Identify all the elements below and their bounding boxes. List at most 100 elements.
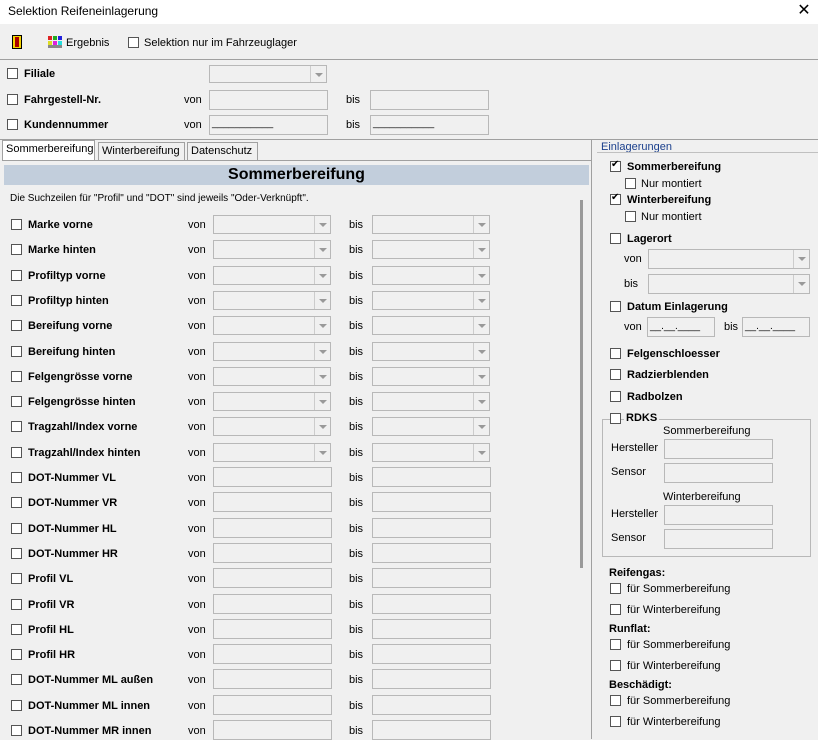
scrollbar[interactable] xyxy=(580,200,583,568)
storage-date-checkbox[interactable] xyxy=(610,301,621,312)
criterion-checkbox[interactable] xyxy=(11,396,22,407)
summer-checkbox[interactable] xyxy=(610,159,621,172)
stock-only-checkbox[interactable] xyxy=(128,37,139,48)
chevron-down-icon[interactable] xyxy=(310,66,326,82)
criterion-checkbox[interactable] xyxy=(11,725,22,736)
criterion-from-select[interactable] xyxy=(213,266,331,285)
criterion-from-input[interactable] xyxy=(213,594,332,614)
date-to-input[interactable]: __.__.____ xyxy=(742,317,810,337)
criterion-checkbox[interactable] xyxy=(11,346,22,357)
chevron-down-icon[interactable] xyxy=(473,444,489,461)
criterion-from-input[interactable] xyxy=(213,695,332,715)
tire-gas-winter-checkbox[interactable] xyxy=(610,604,621,615)
tab-winterbereifung[interactable]: Winterbereifung xyxy=(98,142,185,160)
chevron-down-icon[interactable] xyxy=(314,368,330,385)
chassis-from-input[interactable] xyxy=(209,90,328,110)
winter-checkbox[interactable] xyxy=(610,192,621,205)
chassis-to-input[interactable] xyxy=(370,90,489,110)
criterion-from-select[interactable] xyxy=(213,342,331,361)
chevron-down-icon[interactable] xyxy=(473,241,489,258)
tire-gas-summer-checkbox[interactable] xyxy=(610,583,621,594)
damaged-summer-checkbox[interactable] xyxy=(610,695,621,706)
criterion-checkbox[interactable] xyxy=(11,497,22,508)
chevron-down-icon[interactable] xyxy=(314,267,330,284)
door-exit-icon[interactable] xyxy=(12,35,22,49)
customer-to-input[interactable]: ___________ xyxy=(370,115,489,135)
chevron-down-icon[interactable] xyxy=(793,250,809,268)
criterion-to-input[interactable] xyxy=(372,467,491,487)
result-button[interactable]: Ergebnis xyxy=(66,37,109,49)
criterion-checkbox[interactable] xyxy=(11,270,22,281)
criterion-from-select[interactable] xyxy=(213,392,331,411)
criterion-to-input[interactable] xyxy=(372,492,491,512)
criterion-from-select[interactable] xyxy=(213,240,331,259)
criterion-from-input[interactable] xyxy=(213,467,332,487)
chevron-down-icon[interactable] xyxy=(314,343,330,360)
criterion-to-select[interactable] xyxy=(372,367,490,386)
criterion-to-input[interactable] xyxy=(372,568,491,588)
rdks-checkbox[interactable] xyxy=(610,413,621,424)
runflat-summer-checkbox[interactable] xyxy=(610,639,621,650)
criterion-from-input[interactable] xyxy=(213,518,332,538)
criterion-to-select[interactable] xyxy=(372,266,490,285)
chevron-down-icon[interactable] xyxy=(793,275,809,293)
criterion-checkbox[interactable] xyxy=(11,674,22,685)
criterion-to-select[interactable] xyxy=(372,443,490,462)
criterion-to-input[interactable] xyxy=(372,518,491,538)
chevron-down-icon[interactable] xyxy=(473,343,489,360)
customer-checkbox[interactable] xyxy=(7,119,18,130)
criterion-from-input[interactable] xyxy=(213,543,332,563)
date-from-input[interactable]: __.__.____ xyxy=(647,317,715,337)
chevron-down-icon[interactable] xyxy=(473,368,489,385)
criterion-to-input[interactable] xyxy=(372,720,491,740)
tab-sommerbereifung[interactable]: Sommerbereifung xyxy=(2,140,95,160)
chevron-down-icon[interactable] xyxy=(314,418,330,435)
winter-mounted-checkbox[interactable] xyxy=(625,211,636,222)
chevron-down-icon[interactable] xyxy=(473,418,489,435)
criterion-from-select[interactable] xyxy=(213,291,331,310)
storage-to-select[interactable] xyxy=(648,274,810,294)
criterion-to-select[interactable] xyxy=(372,240,490,259)
criterion-from-input[interactable] xyxy=(213,492,332,512)
chevron-down-icon[interactable] xyxy=(314,292,330,309)
criterion-checkbox[interactable] xyxy=(11,573,22,584)
rdks-summer-sensor-input[interactable] xyxy=(664,463,773,483)
rim-locks-checkbox[interactable] xyxy=(610,348,621,359)
criterion-to-input[interactable] xyxy=(372,543,491,563)
criterion-from-select[interactable] xyxy=(213,367,331,386)
criterion-checkbox[interactable] xyxy=(11,548,22,559)
criterion-to-select[interactable] xyxy=(372,342,490,361)
criterion-checkbox[interactable] xyxy=(11,244,22,255)
chevron-down-icon[interactable] xyxy=(473,292,489,309)
criterion-checkbox[interactable] xyxy=(11,371,22,382)
chevron-down-icon[interactable] xyxy=(314,393,330,410)
criterion-to-select[interactable] xyxy=(372,316,490,335)
criterion-checkbox[interactable] xyxy=(11,624,22,635)
criterion-to-select[interactable] xyxy=(372,215,490,234)
chevron-down-icon[interactable] xyxy=(314,444,330,461)
colorful-grid-icon[interactable] xyxy=(47,35,63,49)
criterion-to-select[interactable] xyxy=(372,417,490,436)
criterion-from-input[interactable] xyxy=(213,720,332,740)
rdks-summer-manufacturer-input[interactable] xyxy=(664,439,773,459)
branch-select[interactable] xyxy=(209,65,327,83)
tab-datenschutz[interactable]: Datenschutz xyxy=(187,142,258,160)
criterion-from-input[interactable] xyxy=(213,669,332,689)
criterion-from-select[interactable] xyxy=(213,443,331,462)
chevron-down-icon[interactable] xyxy=(314,317,330,334)
criterion-to-input[interactable] xyxy=(372,619,491,639)
damaged-winter-checkbox[interactable] xyxy=(610,716,621,727)
branch-checkbox[interactable] xyxy=(7,68,18,79)
chevron-down-icon[interactable] xyxy=(314,241,330,258)
storage-location-checkbox[interactable] xyxy=(610,233,621,244)
criterion-from-input[interactable] xyxy=(213,619,332,639)
criterion-from-input[interactable] xyxy=(213,568,332,588)
close-icon[interactable]: ✕ xyxy=(796,1,812,21)
criterion-to-input[interactable] xyxy=(372,669,491,689)
chevron-down-icon[interactable] xyxy=(314,216,330,233)
chevron-down-icon[interactable] xyxy=(473,317,489,334)
chevron-down-icon[interactable] xyxy=(473,393,489,410)
rdks-winter-sensor-input[interactable] xyxy=(664,529,773,549)
criterion-to-input[interactable] xyxy=(372,695,491,715)
criterion-to-select[interactable] xyxy=(372,291,490,310)
